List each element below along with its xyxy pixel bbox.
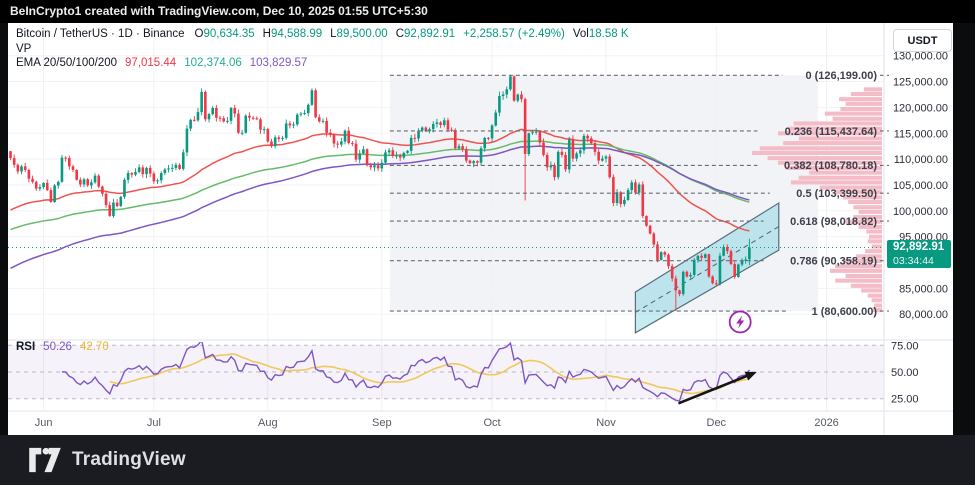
last-price-value: 92,892.91 — [893, 241, 951, 255]
volume-value: Vol18.58 K — [573, 28, 629, 40]
tradingview-logo: TradingView — [28, 447, 186, 473]
symbol-row: Bitcoin / TetherUS · 1D · Binance O90,63… — [16, 28, 629, 43]
high-value: H94,588.99 — [263, 28, 322, 40]
bar-countdown: 03:34:44 — [893, 255, 951, 269]
vp-indicator-row[interactable]: VP — [16, 43, 629, 58]
svg-text:125,000.00: 125,000.00 — [893, 77, 948, 89]
ema50-value: 97,015.44 — [125, 57, 176, 69]
left-frame-strip — [0, 23, 8, 435]
lightning-icon[interactable] — [730, 311, 751, 332]
change-value: +2,258.57 (+2.49%) — [463, 28, 565, 40]
svg-text:130,000.00: 130,000.00 — [893, 51, 948, 63]
footer-bar: TradingView — [0, 435, 975, 485]
svg-text:2026: 2026 — [814, 417, 838, 429]
currency-toggle-button[interactable]: USDT — [893, 29, 952, 52]
svg-text:Jun: Jun — [35, 417, 53, 429]
vp-label: VP — [16, 43, 31, 55]
svg-text:25.00: 25.00 — [891, 394, 919, 406]
rsi-ma-value: 42.70 — [80, 341, 109, 353]
ema100-value: 102,374.06 — [184, 57, 242, 69]
watermark-bar: BeInCrypto1 created with TradingView.com… — [0, 0, 975, 23]
rsi-legend: RSI 50.26 42.70 — [16, 341, 109, 356]
svg-text:100,000.00: 100,000.00 — [893, 206, 948, 218]
svg-text:Nov: Nov — [596, 417, 616, 429]
symbol-title[interactable]: Bitcoin / TetherUS · 1D · Binance — [16, 28, 185, 40]
rsi-panel — [8, 340, 884, 401]
svg-text:Dec: Dec — [707, 417, 727, 429]
price-chart-surface[interactable]: 0 (126,199.00) 0.236 (115,437.64) 0.382 (1… — [0, 0, 975, 485]
chart-legend: Bitcoin / TetherUS · 1D · Binance O90,63… — [16, 28, 629, 72]
rsi-row[interactable]: RSI 50.26 42.70 — [16, 341, 109, 356]
svg-text:0.618 (98,018.82): 0.618 (98,018.82) — [790, 216, 877, 228]
tradingview-logo-icon — [28, 447, 62, 473]
svg-text:75.00: 75.00 — [891, 340, 919, 352]
ema-label: EMA 20/50/100/200 — [16, 57, 117, 69]
svg-text:120,000.00: 120,000.00 — [893, 102, 948, 114]
watermark-text: BeInCrypto1 created with TradingView.com… — [10, 4, 428, 18]
svg-text:0.5 (103,399.50): 0.5 (103,399.50) — [796, 188, 877, 200]
svg-text:1 (80,600.00): 1 (80,600.00) — [812, 306, 878, 318]
ema200-value: 103,829.57 — [250, 57, 308, 69]
open-value: O90,634.35 — [195, 28, 255, 40]
svg-text:Oct: Oct — [483, 417, 500, 429]
rsi-value: 50.26 — [43, 341, 72, 353]
svg-text:0 (126,199.00): 0 (126,199.00) — [805, 70, 877, 82]
ema-indicator-row[interactable]: EMA 20/50/100/200 97,015.44 102,374.06 1… — [16, 57, 629, 72]
svg-text:85,000.00: 85,000.00 — [899, 283, 948, 295]
svg-text:0.382 (108,780.18): 0.382 (108,780.18) — [784, 160, 877, 172]
svg-text:110,000.00: 110,000.00 — [894, 154, 948, 166]
last-price-badge: 92,892.91 03:34:44 — [887, 240, 951, 268]
svg-text:50.00: 50.00 — [891, 367, 919, 379]
rsi-title: RSI — [16, 341, 35, 353]
svg-text:Jul: Jul — [147, 417, 161, 429]
right-frame-strip — [953, 23, 975, 435]
svg-text:105,000.00: 105,000.00 — [893, 180, 948, 192]
svg-text:115,000.00: 115,000.00 — [894, 128, 948, 140]
svg-text:Aug: Aug — [258, 417, 278, 429]
tradingview-screenshot: 0 (126,199.00) 0.236 (115,437.64) 0.382 (1… — [0, 0, 975, 485]
svg-text:Sep: Sep — [372, 417, 392, 429]
brand-text: TradingView — [72, 449, 186, 471]
close-value: C92,892.91 — [396, 28, 455, 40]
svg-text:80,000.00: 80,000.00 — [899, 309, 948, 321]
svg-text:0.786 (90,358.19): 0.786 (90,358.19) — [790, 255, 877, 267]
low-value: L89,500.00 — [330, 28, 388, 40]
svg-text:0.236 (115,437.64): 0.236 (115,437.64) — [785, 126, 878, 138]
